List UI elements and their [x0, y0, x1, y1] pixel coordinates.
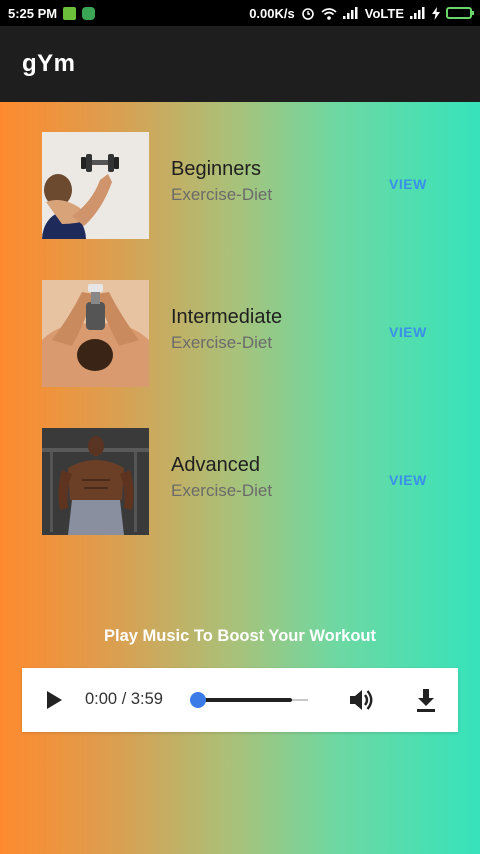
main-content: Beginners Exercise-Diet VIEW Intermediat… — [0, 102, 480, 854]
signal-icon — [410, 7, 425, 19]
level-subtitle: Exercise-Diet — [171, 481, 273, 500]
play-icon[interactable] — [44, 690, 64, 710]
view-button[interactable]: VIEW — [389, 324, 427, 340]
level-subtitle: Exercise-Diet — [171, 333, 273, 352]
level-title: Advanced — [171, 454, 260, 476]
app-bar: gYm — [0, 26, 480, 102]
level-card-advanced[interactable]: Advanced Exercise-Diet VIEW — [42, 428, 442, 535]
alarm-icon — [301, 8, 314, 20]
bodybuilder-photo — [42, 428, 149, 535]
view-button[interactable]: VIEW — [389, 472, 427, 488]
download-icon[interactable] — [414, 687, 438, 713]
whatsapp-icon — [82, 6, 96, 20]
network-speed: 0.00K/s — [249, 5, 295, 21]
buffer-bar — [198, 698, 292, 702]
battery-icon — [446, 7, 474, 19]
dumbbell-press-photo — [42, 280, 149, 387]
music-label: Play Music To Boost Your Workout — [104, 627, 376, 645]
audio-player: 0:00 / 3:59 — [22, 668, 458, 732]
level-card-intermediate[interactable]: Intermediate Exercise-Diet VIEW — [42, 280, 442, 387]
dumbbell-curl-photo — [42, 132, 149, 239]
level-title: Intermediate — [171, 306, 283, 328]
seek-bar[interactable] — [190, 692, 310, 708]
wifi-icon — [321, 7, 337, 20]
volume-icon[interactable] — [348, 687, 376, 713]
level-card-beginners[interactable]: Beginners Exercise-Diet VIEW — [42, 132, 442, 239]
status-time: 5:25 PM — [8, 5, 58, 21]
status-bar: 5:25 PM 0.00K/s VoLTE — [0, 0, 480, 26]
app-title: gYm — [22, 50, 76, 77]
signal-icon — [342, 7, 358, 19]
audio-time: 0:00 / 3:59 — [85, 690, 163, 708]
level-subtitle: Exercise-Diet — [171, 185, 273, 204]
gallery-icon — [63, 6, 77, 20]
level-title: Beginners — [171, 158, 262, 180]
network-type: VoLTE — [364, 5, 404, 21]
view-button[interactable]: VIEW — [389, 176, 427, 192]
seek-knob[interactable] — [190, 692, 206, 708]
charging-icon — [432, 6, 440, 20]
